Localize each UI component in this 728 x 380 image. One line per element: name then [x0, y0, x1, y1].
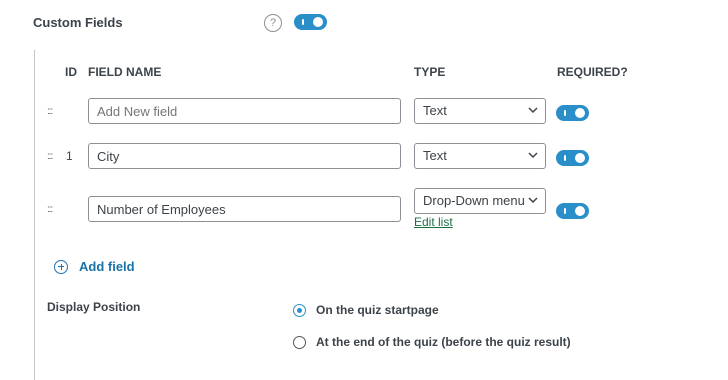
help-icon[interactable]: ?: [264, 14, 282, 32]
chevron-down-icon: [528, 152, 538, 159]
toggle-on-indicator: [564, 110, 566, 116]
toggle-knob: [313, 17, 323, 27]
section-divider: [34, 50, 35, 380]
type-select-value: Text: [423, 103, 447, 118]
drag-handle-icon[interactable]: :::: [47, 204, 53, 215]
edit-list-link[interactable]: Edit list: [414, 215, 453, 229]
radio-button[interactable]: [293, 303, 306, 317]
type-select-value: Drop-Down menu: [423, 193, 525, 208]
drag-handle-icon[interactable]: :::: [47, 106, 53, 117]
header-required: REQUIRED?: [557, 65, 628, 79]
header-id: ID: [65, 65, 77, 79]
type-select[interactable]: Text: [414, 98, 546, 124]
chevron-down-icon: [528, 107, 538, 114]
display-position-title: Display Position: [47, 300, 141, 314]
radio-option-end-of-quiz[interactable]: At the end of the quiz (before the quiz …: [293, 335, 571, 349]
required-toggle[interactable]: [556, 150, 589, 166]
type-select-value: Text: [423, 148, 447, 163]
custom-fields-panel: Custom Fields ? ID FIELD NAME TYPE REQUI…: [0, 0, 728, 380]
header-type: TYPE: [414, 65, 446, 79]
toggle-knob: [575, 153, 585, 163]
add-field-label: Add field: [79, 259, 135, 274]
drag-handle-icon[interactable]: :::: [47, 151, 53, 162]
add-field-button[interactable]: Add field: [54, 259, 135, 274]
row-id: 1: [66, 149, 73, 163]
toggle-on-indicator: [564, 208, 566, 214]
section-title: Custom Fields: [33, 15, 123, 30]
plus-circle-icon: [54, 259, 68, 274]
field-name-input[interactable]: [88, 98, 401, 124]
required-toggle[interactable]: [556, 105, 589, 121]
field-name-input[interactable]: [88, 143, 401, 169]
custom-fields-toggle[interactable]: [294, 14, 327, 30]
chevron-down-icon: [527, 194, 539, 206]
required-toggle[interactable]: [556, 203, 589, 219]
field-name-input[interactable]: [88, 196, 401, 222]
radio-label: At the end of the quiz (before the quiz …: [316, 335, 571, 349]
toggle-knob: [575, 108, 585, 118]
header-field-name: FIELD NAME: [88, 65, 162, 79]
toggle-on-indicator: [564, 155, 566, 161]
toggle-knob: [575, 206, 585, 216]
radio-option-startpage[interactable]: On the quiz startpage: [293, 303, 439, 317]
toggle-on-indicator: [302, 19, 304, 25]
type-select[interactable]: Text: [414, 143, 546, 169]
type-select[interactable]: Drop-Down menu: [414, 188, 546, 214]
radio-label: On the quiz startpage: [316, 303, 439, 317]
radio-button[interactable]: [293, 335, 306, 349]
